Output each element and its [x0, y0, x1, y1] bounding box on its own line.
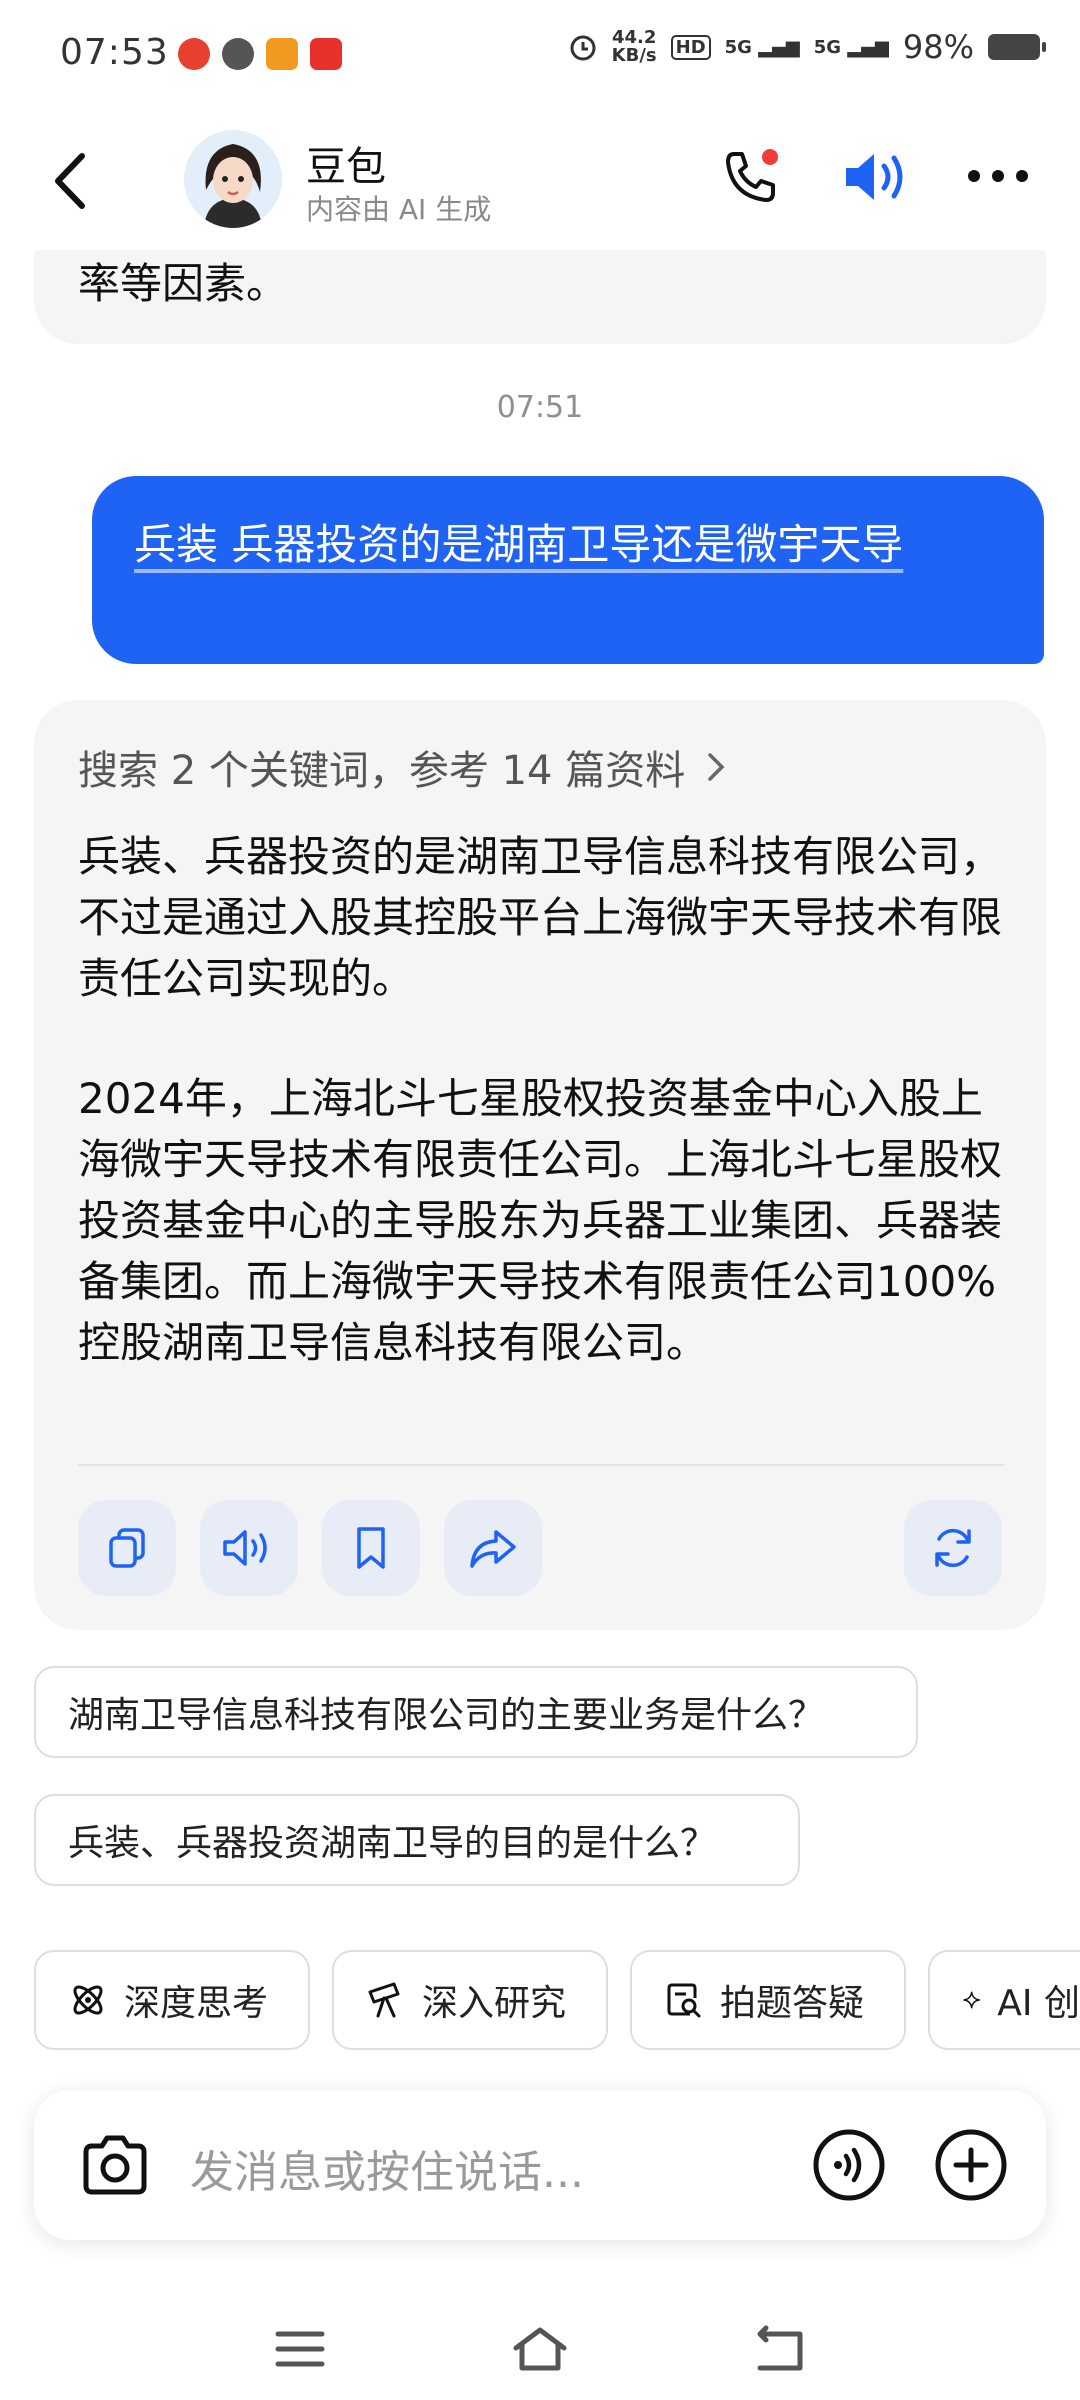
chip-label: 深入研究 — [422, 1983, 567, 2024]
suggested-question-2[interactable]: 兵装、兵器投资湖南卫导的目的是什么？ — [34, 1794, 800, 1886]
bot-subtitle: 内容由 AI 生成 — [306, 193, 492, 226]
telescope-icon — [368, 1982, 400, 2018]
chip-deep-research[interactable]: 深入研究 — [332, 1950, 608, 2050]
answer-paragraph-2: 2024年，上海北斗七星股权投资基金中心入股上海微宇天导技术有限责任公司。上海北… — [78, 1074, 1003, 1367]
answer-divider — [78, 1464, 1004, 1466]
home-icon[interactable] — [510, 2324, 567, 2374]
copy-icon — [109, 1528, 145, 1568]
message-composer: 发消息或按住说话... — [34, 2090, 1046, 2240]
alarm-icon — [570, 35, 596, 61]
voice-wave-icon[interactable] — [812, 2128, 886, 2202]
plus-icon[interactable] — [934, 2128, 1008, 2202]
app-notification-icon — [266, 38, 298, 70]
chip-ai-create[interactable]: AI 创 — [928, 1950, 1080, 2050]
battery-percent: 98% — [902, 28, 974, 66]
regenerate-button[interactable] — [904, 1500, 1002, 1596]
menu-icon[interactable] — [272, 2324, 328, 2374]
chat-header: 豆包 内容由 AI 生成 — [0, 110, 1080, 250]
signal-5g-2: 5G ▂▄▆ — [813, 36, 889, 58]
refresh-icon — [935, 1528, 971, 1568]
previous-answer-text: 率等因素。 — [78, 259, 289, 308]
answer-paragraph-1: 兵装、兵器投资的是湖南卫导信息科技有限公司，不过是通过入股其控股平台上海微宇天导… — [78, 832, 1003, 1003]
suggested-question-1[interactable]: 湖南卫导信息科技有限公司的主要业务是什么？ — [34, 1666, 918, 1758]
signal-5g-1: 5G ▂▄▆ — [724, 36, 800, 58]
phone-call-icon[interactable] — [720, 146, 782, 208]
system-nav-bar — [0, 2300, 1080, 2400]
chip-photo-question[interactable]: 拍题答疑 — [630, 1950, 906, 2050]
network-speed: 44.2 KB/s — [611, 27, 657, 66]
bookmark-icon — [357, 1527, 385, 1569]
photo-search-icon — [667, 1983, 701, 2018]
status-bar: 07:53 44.2 KB/s HD 5G ▂▄▆ 5G ▂▄▆ 98% — [0, 0, 1080, 110]
chip-deep-thinking[interactable]: 深度思考 — [34, 1950, 310, 2050]
share-arrow-icon — [470, 1530, 516, 1568]
app-notification-icon — [178, 38, 210, 70]
notification-icons — [178, 38, 342, 70]
chip-label: 深度思考 — [124, 1983, 269, 2024]
speaker-icon[interactable] — [840, 146, 910, 208]
app-notification-icon — [310, 38, 342, 70]
message-timestamp: 07:51 — [496, 390, 584, 425]
status-right: 44.2 KB/s HD 5G ▂▄▆ 5G ▂▄▆ 98% — [568, 27, 1046, 66]
copy-button[interactable] — [78, 1500, 176, 1596]
bot-name: 豆包 — [306, 144, 386, 190]
chip-label: 拍题答疑 — [720, 1983, 865, 2024]
more-options-icon[interactable] — [966, 166, 1030, 186]
back-nav-icon[interactable] — [752, 2324, 808, 2374]
bookmark-button[interactable] — [322, 1500, 420, 1596]
speaker-outline-icon — [223, 1530, 267, 1566]
sparkle-icon — [963, 1991, 981, 2009]
message-input[interactable]: 发消息或按住说话... — [190, 2136, 584, 2200]
chip-label: AI 创 — [997, 1983, 1080, 2024]
camera-icon[interactable] — [78, 2130, 152, 2200]
avatar[interactable] — [184, 130, 282, 228]
user-message-text[interactable]: 兵装 兵器投资的是湖南卫导还是微宇天导 — [134, 514, 994, 575]
share-button[interactable] — [444, 1500, 542, 1596]
chevron-right-icon — [708, 753, 725, 781]
app-notification-icon — [222, 38, 254, 70]
atom-icon — [73, 1985, 103, 2015]
hd-indicator: HD — [670, 34, 711, 60]
read-aloud-button[interactable] — [200, 1500, 298, 1596]
search-summary[interactable]: 搜索 2 个关键词，参考 14 篇资料 — [78, 738, 727, 796]
back-arrow-icon[interactable] — [44, 146, 104, 216]
battery-icon — [988, 34, 1046, 60]
search-summary-text: 搜索 2 个关键词，参考 14 篇资料 — [78, 748, 686, 794]
status-time: 07:53 — [60, 32, 169, 73]
